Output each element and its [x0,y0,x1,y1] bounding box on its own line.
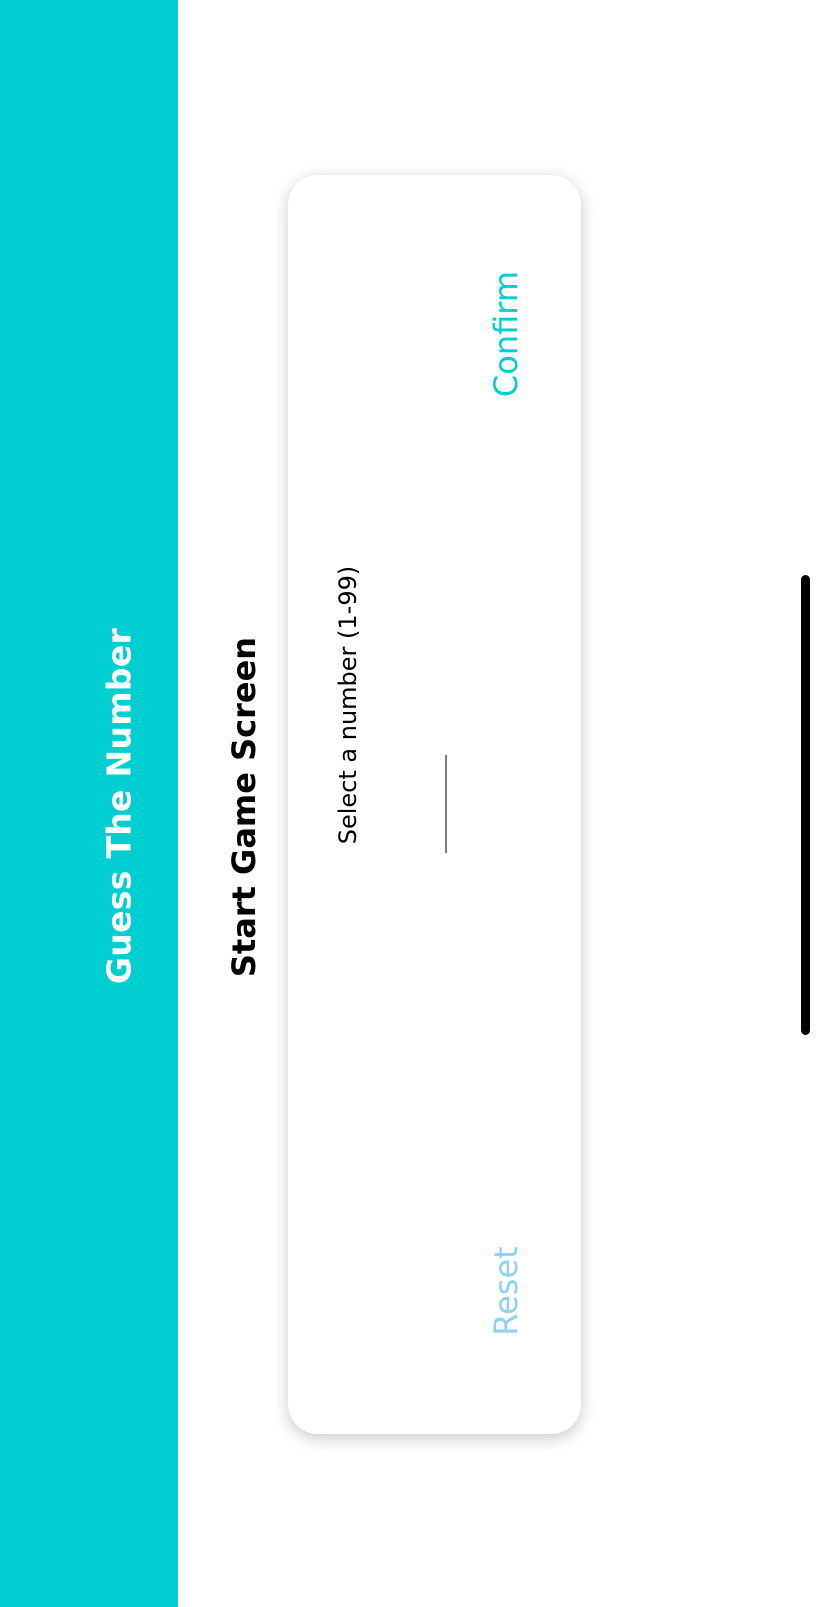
number-input[interactable] [445,755,447,853]
confirm-button[interactable]: Confirm [487,271,525,397]
input-card: Select a number (1-99) Confirm Reset [288,175,581,1434]
home-indicator-bar[interactable] [801,575,810,1035]
app-title: Guess The Number [99,627,139,985]
app-header: Guess The Number [0,0,178,1607]
number-input-label: Select a number (1-99) [334,565,362,845]
reset-button[interactable]: Reset [487,1246,525,1335]
app-screen: Guess The Number Start Game Screen Selec… [0,0,825,1607]
page-title: Start Game Screen [225,636,263,978]
